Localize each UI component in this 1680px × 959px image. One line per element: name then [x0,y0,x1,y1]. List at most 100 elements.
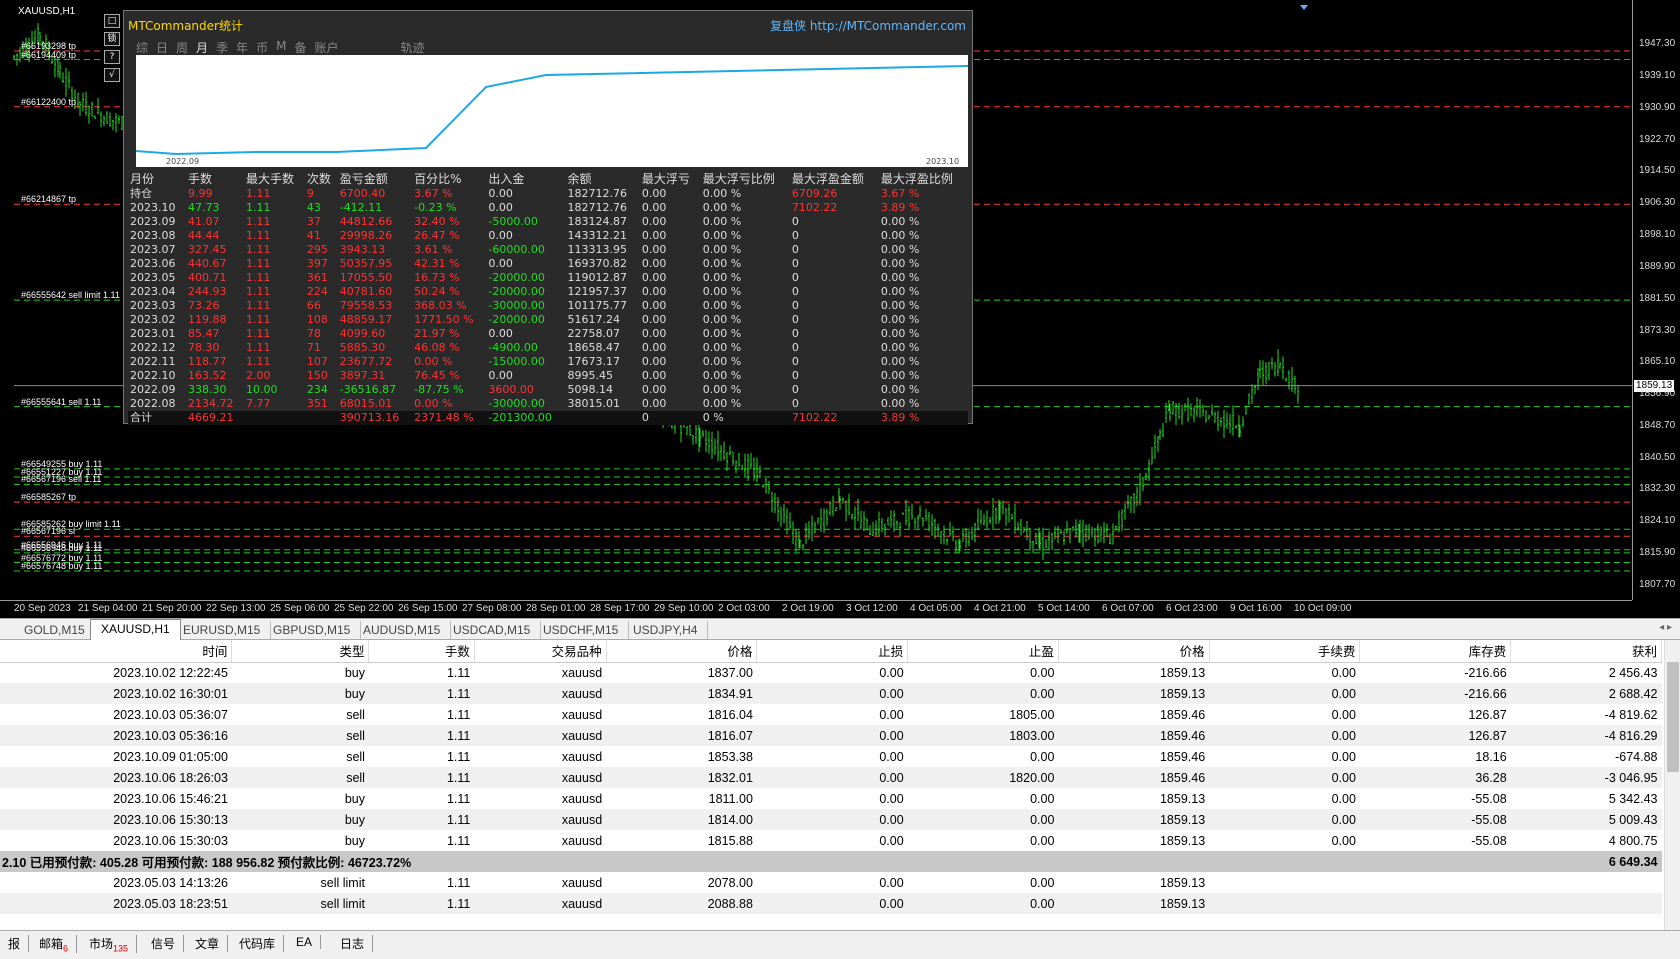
terminal-tab[interactable]: EA [288,935,322,949]
stats-tab[interactable]: 日 [156,39,168,55]
stats-cell: 18658.47 [567,341,620,354]
terminal-tab[interactable]: 日志 [332,935,374,952]
chart-side-button[interactable]: √ [104,68,120,82]
trade-cell: 18.16 [1475,749,1507,764]
stats-cell: 47.73 [187,201,220,214]
stats-cell: 0 % [700,411,790,425]
time-tick: 20 Sep 2023 [14,603,71,614]
symbol-tab[interactable]: EURUSD,M15 [173,621,272,639]
trade-header[interactable]: 手续费 [1209,640,1361,663]
trade-header[interactable]: 库存费 [1359,640,1512,663]
time-tick: 21 Sep 04:00 [78,603,138,614]
trade-header[interactable]: 交易品种 [474,640,607,663]
trade-row[interactable]: 2023.10.06 15:46:21 buy 1.11 xauusd 1811.00 0… [0,788,1662,809]
pending-order-row[interactable]: 2023.05.03 18:23:51 sell limit 1.11 xauusd 2… [0,893,1662,914]
terminal-tab[interactable]: 文章 [187,935,229,952]
symbol-tab[interactable]: USDCHF,M15 [533,621,630,639]
stats-cell: 3.89 % [880,201,920,214]
stats-header: 最大浮盈金额 [791,172,864,186]
trade-row[interactable]: 2023.10.09 01:05:00 sell 1.11 xauusd 1853.38… [0,746,1662,767]
price-chart[interactable]: XAUUSD,H1 #66193298 tp #66194409 tp #66122… [0,0,1680,618]
stats-cell: 0.00 [641,243,667,256]
terminal-tab[interactable]: 信号 [143,935,185,952]
stats-cell: -20000.00 [488,271,545,284]
trade-cell: 0.00 [879,875,904,890]
stats-cell: -201300.00 [486,411,566,425]
stats-cell: 合计 [128,411,186,425]
stats-tab[interactable]: 季 [216,39,228,55]
pending-order-row[interactable]: 2023.05.03 14:13:26 sell limit 1.11 xauusd 2… [0,872,1662,893]
chart-side-button[interactable]: □ [104,14,120,28]
stats-tab[interactable]: 年 [236,39,248,55]
trade-cell: -4 819.62 [1604,707,1658,722]
stats-tab[interactable]: 币 [256,39,268,55]
trade-row[interactable]: 2023.10.06 18:26:03 sell 1.11 xauusd 1832.01… [0,767,1662,788]
stats-tab[interactable]: 轨迹 [401,39,425,55]
trade-cell: 0.00 [1030,875,1055,890]
terminal-tab[interactable]: 邮箱6 [31,935,78,954]
trade-cell: 1.11 [446,791,471,806]
trade-cell: 2023.10.02 16:30:01 [0,683,232,704]
tab-scroll-arrows[interactable]: ◂ ▸ [1659,622,1672,633]
trade-header[interactable]: 价格 [1058,640,1210,663]
trade-header[interactable]: 手数 [368,640,475,663]
stats-header: 最大浮盈比例 [880,172,953,186]
scroll-thumb[interactable] [1667,662,1679,772]
stats-cell: 163.52 [187,369,227,382]
chart-side-button[interactable]: ? [104,50,120,64]
trade-header[interactable]: 止损 [756,640,909,663]
terminal-tab[interactable]: 报 [0,935,30,952]
stats-tab[interactable]: 备 [294,39,306,55]
terminal-tab[interactable]: 代码库 [231,935,285,952]
trade-cell: 2023.10.06 18:26:03 [0,767,232,788]
stats-period-tabs: 综日周月季年币 M 备账户 轨迹 [136,39,433,55]
trade-cell: xauusd [474,893,607,914]
trade-header[interactable]: 获利 [1510,640,1662,663]
symbol-tab[interactable]: AUDUSD,M15 [353,621,452,639]
trade-cell: 1859.13 [1159,665,1206,680]
trade-cell: 0.00 [1209,725,1360,746]
symbol-tab[interactable]: USDJPY,H4 [623,621,709,639]
mini-chart-bg [136,55,968,167]
trade-row[interactable]: 2023.10.02 12:22:45 buy 1.11 xauusd 1837.00 0… [0,662,1662,683]
stats-tab[interactable]: 月 [196,39,208,55]
trade-row[interactable]: 2023.10.02 16:30:01 buy 1.11 xauusd 1834.91 0… [0,683,1662,704]
stats-cell: 0.00 % [880,369,920,382]
stats-cell: 0.00 [641,285,667,298]
stats-tab[interactable]: 综 [136,39,148,55]
trade-cell: 1816.07 [606,725,757,746]
symbol-tab[interactable]: GBPUSD,M15 [263,621,362,639]
price-tick: 1865.10 [1639,356,1676,368]
trade-cell: 0.00 [879,791,904,806]
trade-row[interactable]: 2023.10.03 05:36:07 sell 1.11 xauusd 1816.04… [0,704,1662,725]
symbol-tab[interactable]: XAUUSD,H1 [90,619,181,640]
stats-cell: 41.07 [187,215,220,228]
symbol-tab[interactable]: GOLD,M15 [14,621,96,639]
trade-header[interactable]: 止盈 [907,640,1059,663]
stats-tab[interactable]: M [276,39,286,55]
trade-row[interactable]: 2023.10.06 15:30:13 buy 1.11 xauusd 1814.00 0… [0,809,1662,830]
stats-cell: 0.00 [488,369,513,382]
chart-side-button[interactable]: 锁 [104,32,120,46]
stats-tab[interactable]: 账户 [314,39,338,55]
trade-header[interactable]: 价格 [606,640,758,663]
terminal-tab[interactable]: 市场135 [81,935,138,954]
terminal-scrollbar[interactable] [1664,640,1680,930]
empty-cell [1510,893,1662,914]
stats-cell: 46.08 % [414,341,460,354]
stats-header: 出入金 [488,172,525,186]
mtcommander-stats-panel[interactable]: MTCommander统计 复盘侠 http://MTCommander.com… [123,10,973,425]
stats-cell [243,411,305,425]
trade-header[interactable]: 类型 [231,640,370,663]
account-summary-row: 2.10 已用预付款: 405.28 可用预付款: 188 956.82 预付款… [0,851,1662,872]
symbol-tab[interactable]: USDCAD,M15 [443,621,542,639]
trade-cell: 36.28 [1359,767,1511,788]
trade-row[interactable]: 2023.10.06 15:30:03 buy 1.11 xauusd 1815.88 0… [0,830,1662,851]
stats-brand-link[interactable]: 复盘侠 http://MTCommander.com [770,17,966,34]
trade-header[interactable]: 时间 [0,640,233,663]
trade-row[interactable]: 2023.10.03 05:36:16 sell 1.11 xauusd 1816.07… [0,725,1662,746]
stats-cell: 0.00 % [880,341,920,354]
stats-cell: 2022.12 [130,341,176,354]
trade-cell: 0.00 [907,809,1059,830]
stats-tab[interactable]: 周 [176,39,188,55]
